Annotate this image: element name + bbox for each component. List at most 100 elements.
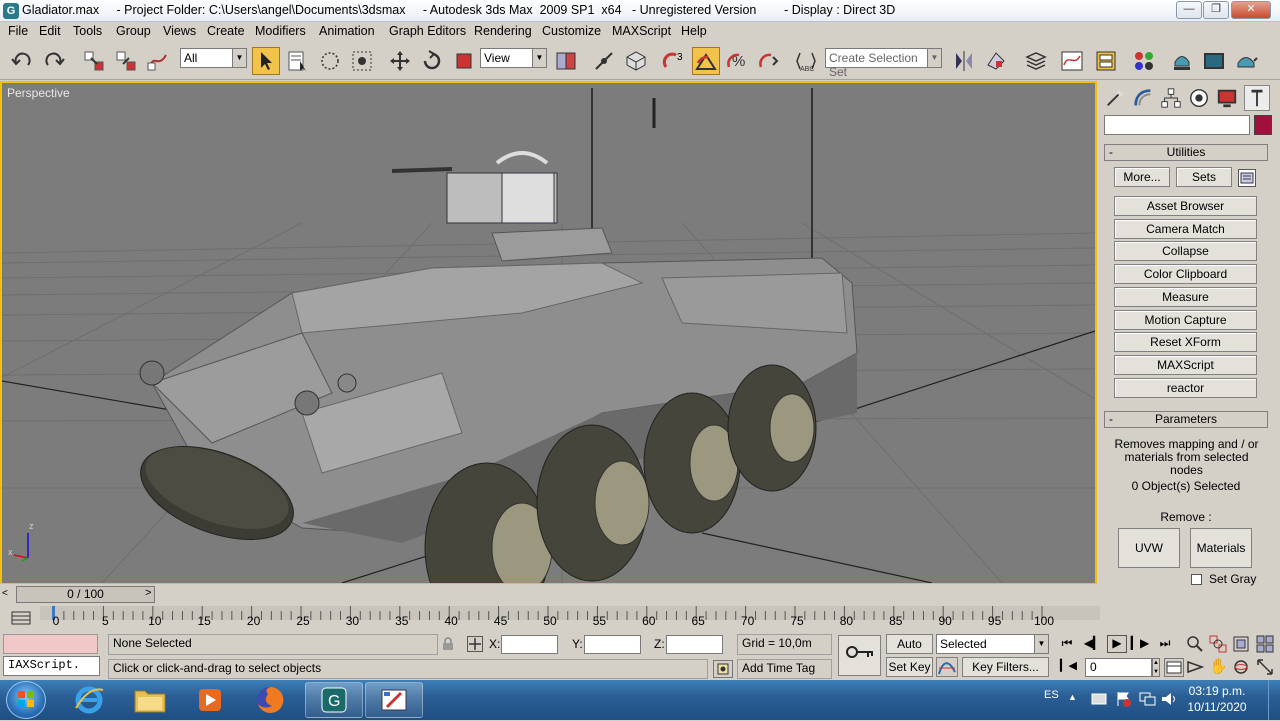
menu-customize[interactable]: Customize xyxy=(542,24,601,38)
object-name-field[interactable] xyxy=(1104,115,1250,135)
menu-edit[interactable]: Edit xyxy=(39,24,61,38)
parameters-rollout-header[interactable]: - Parameters xyxy=(1104,411,1268,428)
reference-coordinate-dropdown[interactable]: View ▼ xyxy=(480,48,547,68)
menu-rendering[interactable]: Rendering xyxy=(474,24,532,38)
quick-render-icon[interactable] xyxy=(1232,47,1260,75)
keyboard-shortcut-override-icon[interactable] xyxy=(622,47,650,75)
select-and-link-icon[interactable] xyxy=(80,47,108,75)
redo-icon[interactable] xyxy=(40,47,68,75)
reactor-button[interactable]: reactor xyxy=(1114,378,1257,398)
menu-create[interactable]: Create xyxy=(207,24,245,38)
reset-xform-button[interactable]: Reset XForm xyxy=(1114,332,1257,352)
absolute-mode-transform-icon[interactable] xyxy=(467,636,483,652)
time-slider-back-icon[interactable]: < xyxy=(2,588,8,599)
firefox-icon[interactable] xyxy=(241,682,299,718)
next-frame-icon[interactable]: ▎▶ xyxy=(1130,636,1150,652)
z-coordinate-field[interactable] xyxy=(666,635,723,654)
menu-group[interactable]: Group xyxy=(116,24,151,38)
menu-help[interactable]: Help xyxy=(681,24,707,38)
time-tag-icon[interactable] xyxy=(713,660,733,678)
more-button[interactable]: More... xyxy=(1114,167,1170,187)
spinner-snap-toggle-icon[interactable] xyxy=(756,47,784,75)
menu-maxscript[interactable]: MAXScript xyxy=(612,24,671,38)
sets-button[interactable]: Sets xyxy=(1176,167,1232,187)
pivot-center-icon[interactable] xyxy=(552,47,580,75)
frame-spinner-icon[interactable]: ▲ ▼ xyxy=(1152,658,1160,677)
action-center-icon[interactable] xyxy=(1114,690,1132,708)
previous-frame-icon[interactable]: ◀▎ xyxy=(1083,636,1103,652)
3ds-max-taskbar-icon[interactable]: G xyxy=(305,682,363,718)
select-by-name-icon[interactable] xyxy=(284,47,312,75)
media-player-icon[interactable] xyxy=(181,682,239,718)
zoom-extents-icon[interactable] xyxy=(1232,635,1250,653)
unlink-selection-icon[interactable] xyxy=(112,47,140,75)
display-tab-icon[interactable] xyxy=(1214,85,1240,111)
set-gray-checkbox[interactable] xyxy=(1191,574,1202,585)
open-mini-curve-editor-icon[interactable] xyxy=(10,609,32,627)
menu-modifiers[interactable]: Modifiers xyxy=(255,24,306,38)
viewport-label[interactable]: Perspective xyxy=(7,86,70,100)
modify-tab-icon[interactable] xyxy=(1130,85,1156,111)
network-icon[interactable] xyxy=(1138,690,1156,708)
language-indicator[interactable]: ES xyxy=(1044,689,1059,701)
select-and-rotate-icon[interactable] xyxy=(418,47,446,75)
curve-editor-icon[interactable] xyxy=(1058,47,1086,75)
perspective-viewport[interactable]: Perspective z x xyxy=(0,81,1097,585)
x-coordinate-field[interactable] xyxy=(501,635,558,654)
measure-button[interactable]: Measure xyxy=(1114,287,1257,307)
add-time-tag-button[interactable]: Add Time Tag xyxy=(737,659,832,679)
auto-key-button[interactable]: Auto Key xyxy=(886,634,933,669)
create-tab-icon[interactable] xyxy=(1102,85,1128,111)
tray-up-icon[interactable]: ▲ xyxy=(1068,692,1077,702)
key-filters-button[interactable]: Key Filters... xyxy=(962,657,1049,677)
select-object-icon[interactable] xyxy=(252,47,280,75)
select-and-scale-icon[interactable] xyxy=(450,47,478,75)
bind-to-space-warp-icon[interactable] xyxy=(144,47,172,75)
undo-icon[interactable] xyxy=(8,47,36,75)
motion-tab-icon[interactable] xyxy=(1186,85,1212,111)
camera-match-button[interactable]: Camera Match xyxy=(1114,219,1257,239)
asset-browser-button[interactable]: Asset Browser xyxy=(1114,196,1257,216)
menu-tools[interactable]: Tools xyxy=(73,24,102,38)
window-crossing-icon[interactable] xyxy=(348,47,376,75)
set-key-icon[interactable] xyxy=(838,635,881,676)
menu-animation[interactable]: Animation xyxy=(319,24,375,38)
play-icon[interactable]: ▶ xyxy=(1107,635,1127,653)
pan-view-icon[interactable]: ✋ xyxy=(1209,658,1228,676)
zoom-all-icon[interactable] xyxy=(1209,635,1227,653)
zoom-icon[interactable] xyxy=(1186,635,1204,653)
object-color-swatch[interactable] xyxy=(1254,115,1272,135)
named-selection-sets-dropdown[interactable]: Create Selection Set ▼ xyxy=(825,48,942,79)
y-coordinate-field[interactable] xyxy=(584,635,641,654)
paint-taskbar-icon[interactable] xyxy=(365,682,423,718)
default-tangent-icon[interactable] xyxy=(936,657,958,677)
selection-lock-icon[interactable] xyxy=(442,637,454,651)
tray-app-icon[interactable] xyxy=(1090,690,1108,708)
motion-capture-button[interactable]: Motion Capture xyxy=(1114,310,1257,330)
mirror-icon[interactable] xyxy=(950,47,978,75)
key-mode-dropdown[interactable]: Selected ▼ xyxy=(936,634,1049,654)
field-of-view-icon[interactable] xyxy=(1186,658,1205,676)
maximize-viewport-icon[interactable] xyxy=(1256,658,1274,676)
selection-region-icon[interactable] xyxy=(316,47,344,75)
schematic-view-icon[interactable] xyxy=(1092,47,1120,75)
color-clipboard-button[interactable]: Color Clipboard xyxy=(1114,264,1257,284)
system-clock[interactable]: 03:19 p.m. 10/11/2020 xyxy=(1175,683,1259,715)
close-button[interactable]: ✕ xyxy=(1231,1,1271,19)
time-configuration-icon[interactable] xyxy=(1164,658,1184,677)
maxscript-mini-listener-top[interactable] xyxy=(3,634,98,654)
edit-named-selection-icon[interactable]: ABC xyxy=(792,47,820,75)
minimize-button[interactable]: — xyxy=(1176,1,1202,19)
menu-graph-editors[interactable]: Graph Editors xyxy=(389,24,466,38)
current-frame-field[interactable]: 0 xyxy=(1085,658,1152,677)
utilities-rollout-header[interactable]: - Utilities xyxy=(1104,144,1268,161)
select-and-move-icon[interactable] xyxy=(386,47,414,75)
hierarchy-tab-icon[interactable] xyxy=(1158,85,1184,111)
configure-button-sets-icon[interactable] xyxy=(1238,169,1256,187)
maxscript-button[interactable]: MAXScript xyxy=(1114,355,1257,375)
show-desktop-button[interactable] xyxy=(1268,680,1280,720)
percent-snap-toggle-icon[interactable]: % xyxy=(724,47,752,75)
collapse-button[interactable]: Collapse xyxy=(1114,241,1257,261)
time-slider-forward-icon[interactable]: > xyxy=(145,587,151,599)
remove-materials-button[interactable]: Materials xyxy=(1190,528,1252,568)
